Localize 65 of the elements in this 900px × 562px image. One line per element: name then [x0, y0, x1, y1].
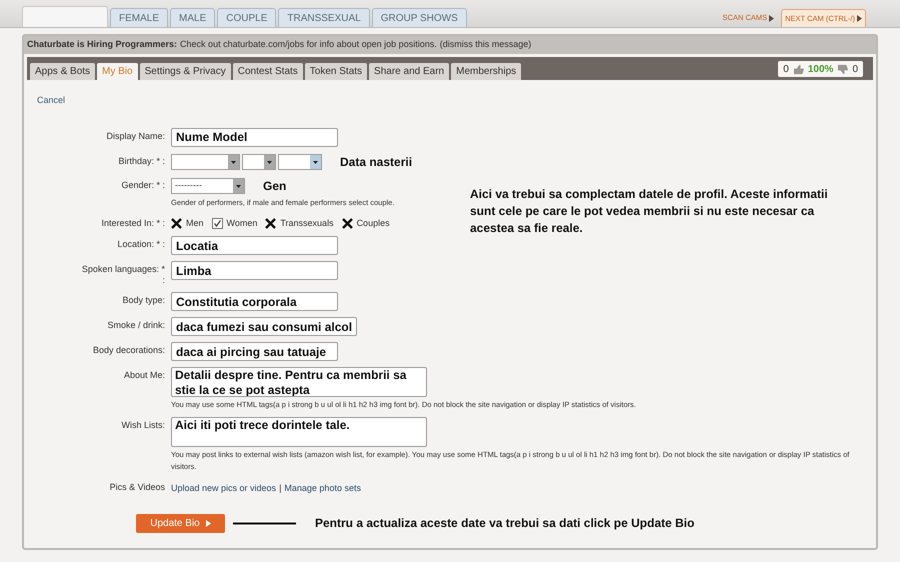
thumbs-down-icon: [837, 64, 848, 74]
annotation-text: Pentru a actualiza aceste date va trebui sa dati click pe Update Bio: [315, 515, 694, 532]
caret-icon: [233, 178, 244, 192]
play-arrow-icon: [206, 520, 211, 526]
play-arrow-icon: [857, 15, 862, 22]
caret-icon: [264, 154, 275, 168]
checkbox[interactable]: [212, 218, 223, 229]
field-label: About Me:: [122, 369, 165, 381]
annotation-text: Data nasterii: [340, 154, 412, 170]
field-label: Birthday: * :: [117, 154, 165, 166]
text-field[interactable]: Limba: [171, 261, 338, 280]
category-tab[interactable]: MALE: [170, 8, 216, 27]
checkbox-label: Couples: [356, 216, 390, 230]
field-label: Pics & Videos: [108, 481, 165, 493]
dislike-count: 0: [852, 62, 858, 76]
field-label: Body type:: [121, 294, 165, 306]
field-label: Interested In: * :: [100, 216, 165, 228]
text-field[interactable]: daca fumezi sau consumi alcol: [171, 317, 358, 336]
caret-icon: [310, 154, 321, 168]
caret-icon: [228, 154, 239, 168]
field-label: Display Name:: [105, 130, 165, 142]
field-label: Body decorations:: [92, 344, 165, 356]
category-tab[interactable]: FEMALE: [110, 8, 168, 27]
checkbox[interactable]: [265, 218, 276, 229]
link[interactable]: Upload new pics or videos: [171, 482, 276, 496]
checkbox-label: Transsexuals: [280, 216, 334, 230]
category-tab[interactable]: GROUP SHOWS: [372, 8, 467, 27]
checkbox[interactable]: [171, 218, 182, 229]
text-field[interactable]: Nume Model: [171, 128, 338, 146]
link[interactable]: Manage photo sets: [284, 482, 361, 496]
checkbox-label: Women: [226, 216, 258, 230]
text-field[interactable]: daca ai pircing sau tatuaje: [171, 342, 338, 361]
category-tab[interactable]: TRANSSEXUAL: [278, 8, 370, 27]
field-label: Gender: * :: [120, 178, 165, 190]
notice-title: Chaturbate is Hiring Programmers:: [27, 38, 178, 52]
cancel-link[interactable]: Cancel: [37, 94, 863, 108]
annotation-text: Aici va trebui sa complectam datele de profil. Aceste informatii sunt cele pe care le pot vedea membrii si nu este necesar ca acestea sa fie reale.: [470, 186, 829, 237]
field-label: Smoke / drink:: [106, 319, 165, 331]
notice-text: Check out chaturbate.com/jobs for info about open job positions.: [180, 38, 437, 52]
text-field[interactable]: Locatia: [171, 236, 338, 255]
annotation-text: Gen: [263, 178, 286, 194]
settings-tab[interactable]: Contest Stats: [232, 63, 303, 80]
category-tab[interactable]: COUPLE: [217, 8, 276, 27]
field-label: Spoken languages: * :: [80, 263, 165, 286]
like-count: 0: [783, 62, 789, 76]
select-field[interactable]: [242, 154, 276, 170]
text-field[interactable]: Constitutia corporala: [171, 292, 338, 311]
thumbs-up-icon: [792, 64, 804, 74]
checkbox-label: Men: [186, 216, 204, 230]
select-field[interactable]: [278, 154, 322, 170]
settings-tab[interactable]: Token Stats: [304, 63, 368, 80]
settings-tab[interactable]: Share and Earn: [369, 63, 450, 80]
text-area[interactable]: Aici iti poti trece dorintele tale.: [171, 417, 427, 447]
dismiss-link[interactable]: (dismiss this message): [440, 38, 532, 52]
play-arrow-icon: [769, 14, 774, 22]
link-separator: |: [279, 482, 282, 495]
field-label: Wish Lists:: [120, 419, 165, 431]
select-field[interactable]: ---------: [171, 178, 245, 194]
checkbox[interactable]: [342, 218, 353, 229]
settings-tab[interactable]: Settings & Privacy: [140, 63, 231, 80]
rating-percent: 100%: [808, 62, 834, 76]
field-label: Location: * :: [116, 238, 165, 250]
settings-tab[interactable]: Apps & Bots: [30, 63, 96, 80]
settings-tab[interactable]: Memberships: [451, 63, 522, 80]
select-field[interactable]: [171, 154, 240, 170]
